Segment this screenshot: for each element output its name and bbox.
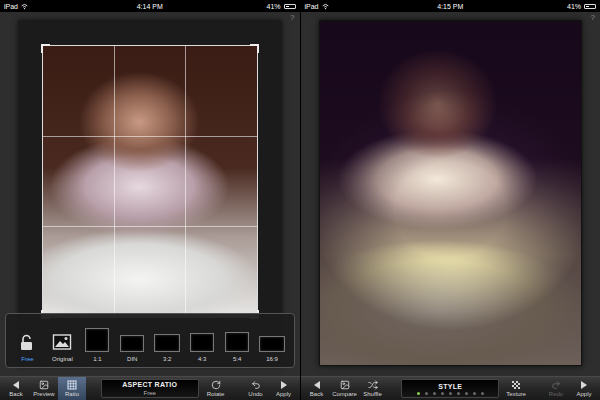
ratio-option[interactable]: DIN xyxy=(117,320,148,362)
style-screen: iPad 4:15 PM 41%? BackCompareShuffle STYLE Te… xyxy=(301,0,600,400)
mode-display[interactable]: ASPECT RATIO Free xyxy=(101,379,199,398)
style-step[interactable] xyxy=(473,392,476,395)
ratio-option[interactable]: 4:3 xyxy=(187,320,218,362)
style-step[interactable] xyxy=(449,392,452,395)
style-step[interactable] xyxy=(457,392,460,395)
style-step[interactable] xyxy=(465,392,468,395)
apply-button[interactable]: Apply xyxy=(270,377,298,400)
wifi-icon xyxy=(21,3,28,10)
ratio-frame xyxy=(120,335,144,352)
ratio-frame xyxy=(154,334,180,352)
ratio-button[interactable]: Ratio xyxy=(58,377,86,400)
toolbar-right-group: Rotate UndoApply xyxy=(202,377,298,400)
ratio-option[interactable]: Original xyxy=(47,320,78,362)
device-name: iPad xyxy=(4,3,18,10)
crop-grid-line xyxy=(43,136,257,137)
mode-display[interactable]: STYLE xyxy=(401,379,499,398)
style-step[interactable] xyxy=(481,392,484,395)
device-name: iPad xyxy=(305,3,319,10)
clock: 4:15 PM xyxy=(437,3,463,10)
redo-icon xyxy=(551,380,561,390)
compare-button[interactable]: Compare xyxy=(331,377,359,400)
back-button[interactable]: Back xyxy=(2,377,30,400)
apply-arrow-icon xyxy=(579,380,589,390)
undo-button[interactable]: Undo xyxy=(242,377,270,400)
mode-title: ASPECT RATIO xyxy=(122,381,177,388)
style-steps xyxy=(417,392,484,395)
ratio-frame xyxy=(190,333,214,352)
preview-button[interactable]: Preview xyxy=(30,377,58,400)
ratio-option[interactable]: 1:1 xyxy=(82,320,113,362)
ratio-option[interactable]: 16:9 xyxy=(257,320,288,362)
style-step[interactable] xyxy=(417,392,420,395)
grid-icon xyxy=(67,380,77,390)
ratio-option[interactable]: 5:4 xyxy=(222,320,253,362)
mode-value: Free xyxy=(144,390,156,396)
battery-percent: 41% xyxy=(567,3,581,10)
original-image-icon xyxy=(52,332,72,352)
crop-screen: iPad4:14 PM41%?FreeOriginal1:1DIN3:24:35… xyxy=(0,0,300,400)
battery-icon xyxy=(584,4,596,9)
battery-percent: 41% xyxy=(266,3,280,10)
bottom-toolbar: BackCompareShuffle STYLE Texture RedoApply xyxy=(301,376,600,400)
bottom-toolbar: BackPreviewRatio ASPECT RATIO Free Rotate Un… xyxy=(0,376,300,400)
crop-grid-line xyxy=(43,226,257,227)
wifi-icon xyxy=(322,3,329,10)
crop-handle[interactable] xyxy=(41,44,50,53)
status-bar: iPad 4:14 PM 41% xyxy=(0,0,300,12)
style-step[interactable] xyxy=(425,392,428,395)
redo-button[interactable]: Redo xyxy=(542,377,570,400)
ratio-option[interactable]: Free xyxy=(12,320,43,362)
toolbar-right-group: Texture RedoApply xyxy=(502,377,598,400)
battery-icon xyxy=(284,4,296,9)
ratio-option[interactable]: 3:2 xyxy=(152,320,183,362)
style-step[interactable] xyxy=(441,392,444,395)
editor-stage: ? xyxy=(301,12,600,376)
help-button[interactable]: ? xyxy=(591,13,595,22)
clock: 4:14 PM xyxy=(137,3,163,10)
image-icon xyxy=(39,380,49,390)
undo-icon xyxy=(251,380,261,390)
crop-handle[interactable] xyxy=(250,44,259,53)
texture-icon xyxy=(511,380,521,390)
texture-button[interactable]: Texture xyxy=(502,377,530,400)
ratio-frame xyxy=(259,336,285,352)
mode-title: STYLE xyxy=(438,383,462,390)
rotate-button[interactable]: Rotate xyxy=(202,377,230,400)
aspect-ratio-menu: FreeOriginal1:1DIN3:24:35:416:9 xyxy=(5,313,295,368)
back-arrow-icon xyxy=(11,380,21,390)
status-bar: iPad 4:15 PM 41% xyxy=(301,0,600,12)
back-button[interactable]: Back xyxy=(303,377,331,400)
editor-stage: ? FreeOriginal1:1DIN3:24:35:416:9 xyxy=(0,12,300,376)
rotate-icon xyxy=(211,380,221,390)
apply-arrow-icon xyxy=(279,380,289,390)
ratio-frame xyxy=(225,332,249,352)
toolbar-left-group: BackCompareShuffle xyxy=(303,377,399,400)
back-arrow-icon xyxy=(312,380,322,390)
ratio-frame xyxy=(85,328,109,352)
toolbar-left-group: BackPreviewRatio xyxy=(2,377,98,400)
apply-button[interactable]: Apply xyxy=(570,377,598,400)
help-button[interactable]: ? xyxy=(290,13,294,22)
crop-grid-line xyxy=(185,46,186,317)
photo[interactable] xyxy=(42,45,258,318)
photo[interactable] xyxy=(319,20,583,366)
shuffle-button[interactable]: Shuffle xyxy=(359,377,387,400)
ipad-screens: iPad4:14 PM41%?FreeOriginal1:1DIN3:24:35… xyxy=(0,0,600,400)
style-step[interactable] xyxy=(433,392,436,395)
unlock-icon xyxy=(18,334,36,352)
crop-grid-line xyxy=(114,46,115,317)
image-icon xyxy=(340,380,350,390)
shuffle-icon xyxy=(368,380,378,390)
